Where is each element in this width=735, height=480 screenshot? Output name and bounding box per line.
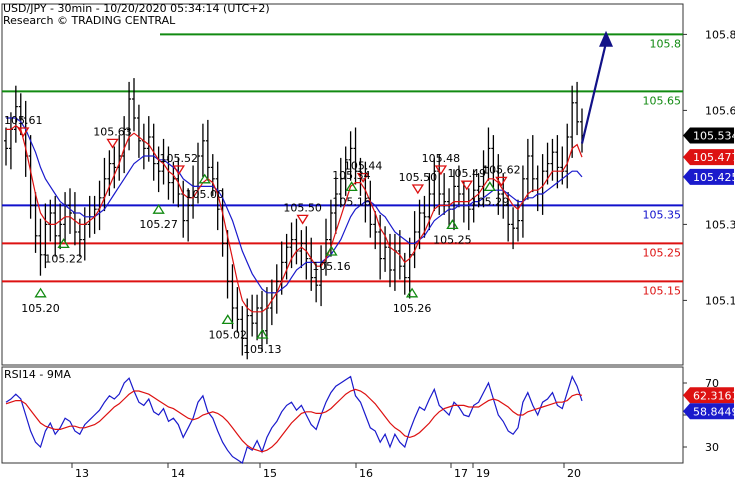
rsi-ma-line	[5, 388, 583, 453]
rsi-box-rsi-ma-value: 62.3161	[683, 387, 735, 404]
price-bar	[38, 218, 43, 276]
swing-low-label: 105.27	[139, 218, 178, 231]
time-axis-label: 20	[567, 467, 581, 480]
price-bar	[530, 135, 535, 193]
swing-low-label: 105.29	[471, 195, 510, 208]
price-bar	[68, 188, 72, 234]
price-bar	[146, 116, 151, 162]
swing-high-marker	[296, 214, 309, 225]
price-bar	[279, 241, 284, 295]
swing-high-label: 105.50	[399, 171, 438, 184]
swing-low-label: 105.00	[185, 188, 224, 201]
price-bar	[447, 188, 452, 227]
swing-low-label: 105.20	[21, 302, 60, 315]
swing-high-label: 105.52	[160, 152, 199, 165]
price-bar	[319, 245, 324, 307]
projection-arrow-shaft	[580, 42, 608, 144]
price-bar	[412, 211, 417, 269]
price-bar	[299, 230, 304, 269]
price-bar	[575, 81, 580, 136]
price-bar	[565, 123, 570, 189]
swing-low-marker	[34, 287, 47, 298]
swing-low-label: 105.16	[332, 195, 371, 208]
swing-high-label: 105.62	[482, 163, 521, 176]
level-label-support-1: 105.25	[643, 246, 682, 259]
swing-low-label: 105.26	[393, 302, 432, 315]
price-bar	[250, 294, 255, 337]
swing-high-label: 105.49	[448, 167, 487, 180]
price-bar	[580, 108, 584, 153]
price-axis-label: 105.8	[705, 28, 735, 41]
price-box-ma-fast-value: 105.477	[683, 149, 735, 166]
price-box-ma-fast-value-label: 105.477	[693, 151, 735, 164]
time-axis-label: 19	[476, 467, 490, 480]
swing-low-label: 105.02	[209, 328, 248, 341]
time-axis-label: 17	[454, 467, 468, 480]
level-label-support-2: 105.15	[643, 284, 682, 297]
price-bar	[136, 104, 141, 158]
chart-canvas: 105.8 105.6 105.3 105.1 105.8 105.65 105.35 105…	[1, 3, 735, 480]
price-bar	[141, 123, 146, 170]
price-bar	[4, 127, 8, 166]
time-axis-label: 16	[359, 467, 373, 480]
price-bar	[294, 218, 299, 265]
price-bar	[72, 192, 77, 246]
rsi-axis-label: 30	[705, 441, 719, 454]
level-label-pivot: 105.35	[643, 208, 682, 221]
price-bar	[255, 294, 260, 341]
swing-low-marker	[405, 287, 419, 298]
price-bar	[235, 287, 240, 333]
swing-high-marker	[434, 165, 448, 176]
swing-low-label: 105.25	[433, 233, 472, 246]
swing-high-label: 105.50	[283, 201, 322, 214]
price-axis-label: 105.3	[705, 218, 735, 231]
projection-arrow-head	[599, 30, 613, 47]
price-axis-label: 105.6	[705, 104, 735, 117]
inline-price-label: 105.34	[332, 169, 371, 182]
price-box-last-price: 105.534	[683, 127, 735, 144]
swing-low-label: 105.22	[44, 252, 83, 265]
swing-high-label: 105.48	[422, 152, 461, 165]
time-axis-label: 15	[263, 467, 277, 480]
price-box-ma-slow-value: 105.425	[683, 168, 735, 185]
price-bar	[200, 123, 205, 177]
chart-source: Research © TRADING CENTRAL	[3, 14, 176, 27]
price-bar	[112, 146, 117, 189]
time-axis-label: 14	[171, 467, 185, 480]
price-bar	[23, 100, 28, 177]
swing-low-label: 105.13	[243, 343, 282, 356]
price-bar	[230, 264, 235, 329]
swing-low-label: 105.16	[312, 260, 351, 273]
price-bar	[555, 135, 560, 189]
price-bar	[132, 78, 136, 132]
price-axis-label: 105.1	[705, 294, 735, 307]
swing-high-marker	[411, 184, 425, 195]
rsi-box-rsi-ma-value-label: 62.3161	[693, 389, 735, 402]
price-bar	[442, 173, 447, 215]
swing-high-label: 105.61	[4, 114, 43, 127]
time-axis-label: 13	[75, 467, 89, 480]
price-box-last-price-label: 105.534	[693, 129, 735, 142]
price-bar	[388, 233, 392, 288]
rsi-title: RSI14 - 9MA	[4, 368, 71, 381]
level-label-resistance-2: 105.8	[650, 37, 682, 50]
price-bar	[525, 138, 530, 200]
swing-low-marker	[221, 314, 234, 325]
price-box-ma-slow-value-label: 105.425	[693, 171, 735, 184]
rsi-box-rsi-value: 58.8449	[683, 403, 735, 420]
rsi-box-rsi-value-label: 58.8449	[693, 405, 735, 418]
price-bar	[368, 180, 373, 238]
price-bar	[205, 119, 210, 181]
swing-high-marker	[106, 138, 119, 149]
swing-high-label: 105.63	[93, 125, 132, 138]
price-bar	[102, 157, 107, 212]
level-label-resistance-1: 105.65	[643, 94, 682, 107]
price-bar	[535, 165, 540, 212]
moving-average-fast	[6, 124, 583, 313]
